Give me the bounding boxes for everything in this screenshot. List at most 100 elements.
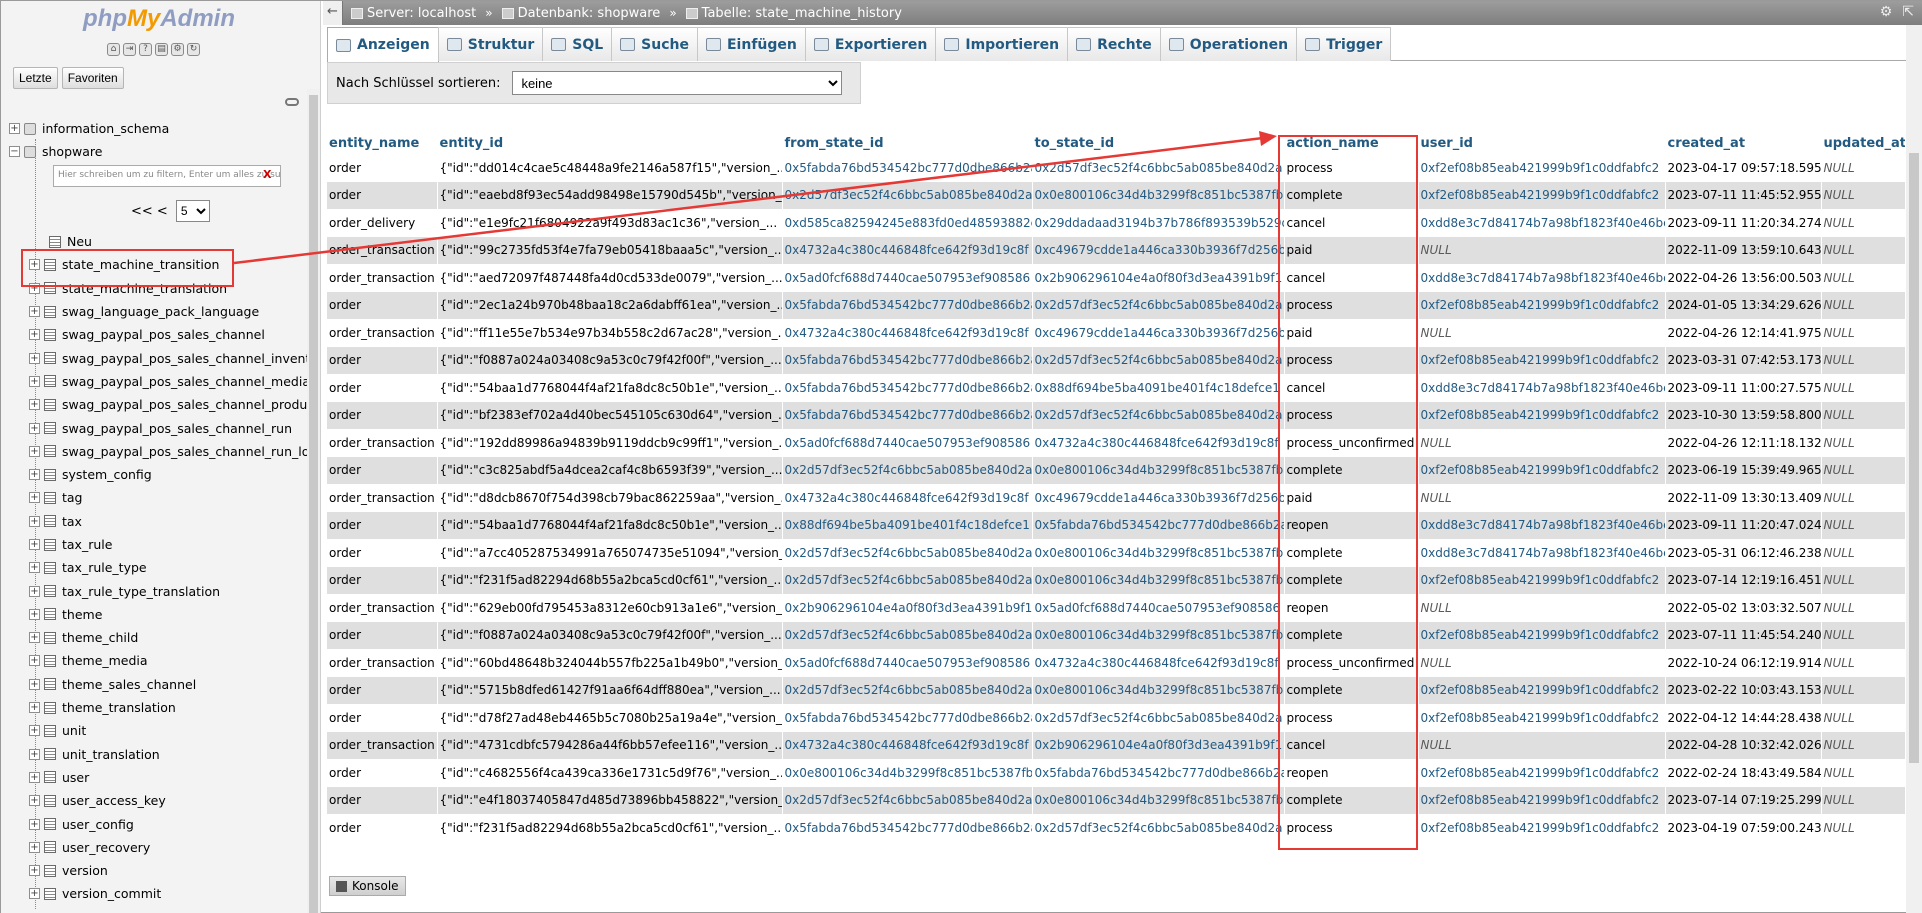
sidebar-scrollbar[interactable] — [307, 89, 320, 913]
expand-icon[interactable]: + — [29, 445, 40, 457]
table-name[interactable]: tax — [62, 514, 82, 529]
table-cell[interactable]: 0x2b906296104e4a0f80f3d3ea4391b9f1 — [1032, 264, 1285, 292]
table-row[interactable]: order {"id":"c3c825abdf5a4dcea2caf4c8b659… — [327, 456, 1906, 484]
table-item[interactable]: + swag_paypal_pos_sales_channel — [29, 323, 319, 346]
table-name[interactable]: tag — [62, 490, 83, 505]
table-row[interactable]: order {"id":"f0887a024a03408c9a53c0c79f42… — [327, 346, 1906, 374]
expand-icon[interactable]: + — [29, 655, 40, 667]
table-cell[interactable]: 0x5fabda76bd534542bc777d0dbe866b2a — [782, 154, 1033, 182]
expand-icon[interactable]: + — [29, 678, 40, 690]
expand-icon[interactable]: + — [29, 422, 40, 434]
table-row[interactable]: order {"id":"5715b8dfed61427f91aa6f64dff8… — [327, 676, 1906, 704]
table-row[interactable]: order {"id":"2ec1a24b970b48baa18c2a6dabff… — [327, 291, 1906, 319]
tab-trigger[interactable]: Trigger — [1296, 27, 1392, 61]
expand-icon[interactable]: + — [29, 841, 40, 853]
table-cell[interactable]: 0x2d57df3ec52f4c6bbc5ab085be840d2a — [782, 566, 1033, 594]
table-cell[interactable]: 0x2d57df3ec52f4c6bbc5ab085be840d2a — [782, 539, 1033, 567]
column-header[interactable]: from_state_id — [782, 133, 1033, 154]
table-item[interactable]: + swag_paypal_pos_sales_channel_produ — [29, 393, 319, 416]
settings-gear-icon[interactable]: ⚙ — [171, 43, 184, 56]
table-cell[interactable]: 0x2d57df3ec52f4c6bbc5ab085be840d2a — [1032, 814, 1285, 842]
table-cell[interactable]: 0xdd8e3c7d84174b7a98bf1823f40e46be — [1418, 264, 1666, 292]
table-cell[interactable]: 0x5fabda76bd534542bc777d0dbe866b2a — [782, 346, 1033, 374]
table-item[interactable]: + tax_rule — [29, 533, 319, 556]
tab-sql[interactable]: SQL — [542, 27, 613, 61]
table-row[interactable]: order_transaction {"id":"aed72097f487448f… — [327, 264, 1906, 292]
table-name[interactable]: version_commit — [62, 886, 161, 901]
table-row[interactable]: order {"id":"bf2383ef702a4d40bec545105c63… — [327, 401, 1906, 429]
table-item[interactable]: + tag — [29, 486, 319, 509]
table-row[interactable]: order {"id":"f0887a024a03408c9a53c0c79f42… — [327, 621, 1906, 649]
tab-browse[interactable]: Anzeigen — [327, 27, 439, 62]
expand-icon[interactable]: + — [29, 352, 40, 364]
breadcrumb-table[interactable]: Tabelle: state_machine_history — [685, 6, 902, 21]
expand-icon[interactable]: + — [29, 329, 40, 341]
expand-icon[interactable]: + — [29, 818, 40, 830]
table-row[interactable]: order {"id":"d78f27ad48eb4465b5c7080b25a1… — [327, 704, 1906, 732]
table-item[interactable]: + theme_media — [29, 649, 319, 672]
table-cell[interactable]: 0xf2ef08b85eab421999b9f1c0ddfabfc2 — [1418, 456, 1666, 484]
tab-operations[interactable]: Operationen — [1159, 27, 1298, 61]
table-name[interactable]: user_recovery — [62, 840, 150, 855]
table-cell[interactable]: 0xd585ca82594245e883fd0ed48593882e — [782, 209, 1033, 237]
table-cell[interactable]: 0xf2ef08b85eab421999b9f1c0ddfabfc2 — [1418, 786, 1666, 814]
table-name[interactable]: user_config — [62, 817, 134, 832]
table-item[interactable]: + tax_rule_type — [29, 556, 319, 579]
table-item[interactable]: + swag_paypal_pos_sales_channel_media — [29, 370, 319, 393]
table-item[interactable]: + theme_sales_channel — [29, 673, 319, 696]
table-item[interactable]: + swag_language_pack_language — [29, 300, 319, 323]
table-row[interactable]: order {"id":"e4f18037405847d485d73896bb45… — [327, 786, 1906, 814]
table-name[interactable]: swag_paypal_pos_sales_channel_run_lo — [62, 444, 309, 459]
expand-icon[interactable]: + — [29, 562, 40, 574]
table-cell[interactable]: 0x2d57df3ec52f4c6bbc5ab085be840d2a — [1032, 154, 1285, 182]
favorites-button[interactable]: Favoriten — [61, 67, 124, 89]
table-cell[interactable]: 0xf2ef08b85eab421999b9f1c0ddfabfc2 — [1418, 814, 1666, 842]
breadcrumb-database[interactable]: Datenbank: shopware — [501, 6, 660, 21]
table-item[interactable]: + theme — [29, 603, 319, 626]
table-cell[interactable]: 0xf2ef08b85eab421999b9f1c0ddfabfc2 — [1418, 621, 1666, 649]
column-header[interactable]: user_id — [1418, 133, 1666, 154]
table-row[interactable]: order_delivery {"id":"e1e9fc21f6804922a9f… — [327, 209, 1906, 237]
table-row[interactable]: order_transaction {"id":"60bd48648b324044… — [327, 649, 1906, 677]
table-item[interactable]: + user_access_key — [29, 789, 319, 812]
clear-filter-icon[interactable]: X — [263, 168, 271, 181]
previous-page-button[interactable]: << < — [131, 204, 168, 219]
table-row[interactable]: order_transaction {"id":"192dd89986a94839… — [327, 429, 1906, 457]
table-item[interactable]: + user — [29, 766, 319, 789]
results-scrollbar[interactable] — [1906, 25, 1922, 913]
table-cell[interactable]: 0x0e800106c34d4b3299f8c851bc5387fb — [1032, 786, 1285, 814]
table-name[interactable]: theme_translation — [62, 700, 176, 715]
expand-icon[interactable]: + — [29, 515, 40, 527]
table-cell[interactable]: 0x88df694be5ba4091be401f4c18defce1 — [1032, 374, 1285, 402]
table-cell[interactable]: 0x2d57df3ec52f4c6bbc5ab085be840d2a — [1032, 704, 1285, 732]
table-cell[interactable]: 0x2d57df3ec52f4c6bbc5ab085be840d2a — [1032, 291, 1285, 319]
table-name[interactable]: tax_rule_type_translation — [62, 584, 220, 599]
table-item[interactable]: + user_config — [29, 812, 319, 835]
table-name[interactable]: user_access_key — [62, 793, 166, 808]
table-row[interactable]: order_transaction {"id":"ff11e55e7b534e97… — [327, 319, 1906, 347]
table-cell[interactable]: 0x2d57df3ec52f4c6bbc5ab085be840d2a — [782, 621, 1033, 649]
table-item[interactable]: + tax_rule_type_translation — [29, 579, 319, 602]
table-name[interactable]: unit — [62, 723, 86, 738]
tab-structure[interactable]: Struktur — [437, 27, 544, 61]
table-cell[interactable]: 0x5fabda76bd534542bc777d0dbe866b2a — [782, 401, 1033, 429]
docs-icon[interactable]: ▤ — [155, 43, 168, 56]
table-cell[interactable]: 0x29ddadaad3194b37b786f893539b529d — [1032, 209, 1285, 237]
expand-icon[interactable]: + — [29, 725, 40, 737]
db-name[interactable]: shopware — [42, 144, 102, 159]
settings-gear-icon[interactable]: ⚙ — [1880, 4, 1893, 20]
logout-icon[interactable]: ⇥ — [123, 43, 136, 56]
table-item[interactable]: + unit — [29, 719, 319, 742]
table-cell[interactable]: 0xf2ef08b85eab421999b9f1c0ddfabfc2 — [1418, 154, 1666, 182]
expand-icon[interactable]: + — [29, 702, 40, 714]
table-cell[interactable]: 0x5fabda76bd534542bc777d0dbe866b2a — [782, 814, 1033, 842]
expand-icon[interactable]: + — [29, 492, 40, 504]
table-cell[interactable]: 0x4732a4c380c446848fce642f93d19c8f — [782, 731, 1033, 759]
expand-icon[interactable]: + — [29, 865, 40, 877]
table-cell[interactable]: 0x2b906296104e4a0f80f3d3ea4391b9f1 — [782, 594, 1033, 622]
table-row[interactable]: order {"id":"dd014c4cae5c48448a9fe2146a58… — [327, 154, 1906, 182]
table-cell[interactable]: 0xdd8e3c7d84174b7a98bf1823f40e46be — [1418, 539, 1666, 567]
phpmyadmin-logo[interactable]: phpMyAdmin — [83, 5, 235, 33]
column-header[interactable]: entity_id — [437, 133, 783, 154]
table-row[interactable]: order {"id":"c4682556f4ca439ca336e1731c5d… — [327, 759, 1906, 787]
